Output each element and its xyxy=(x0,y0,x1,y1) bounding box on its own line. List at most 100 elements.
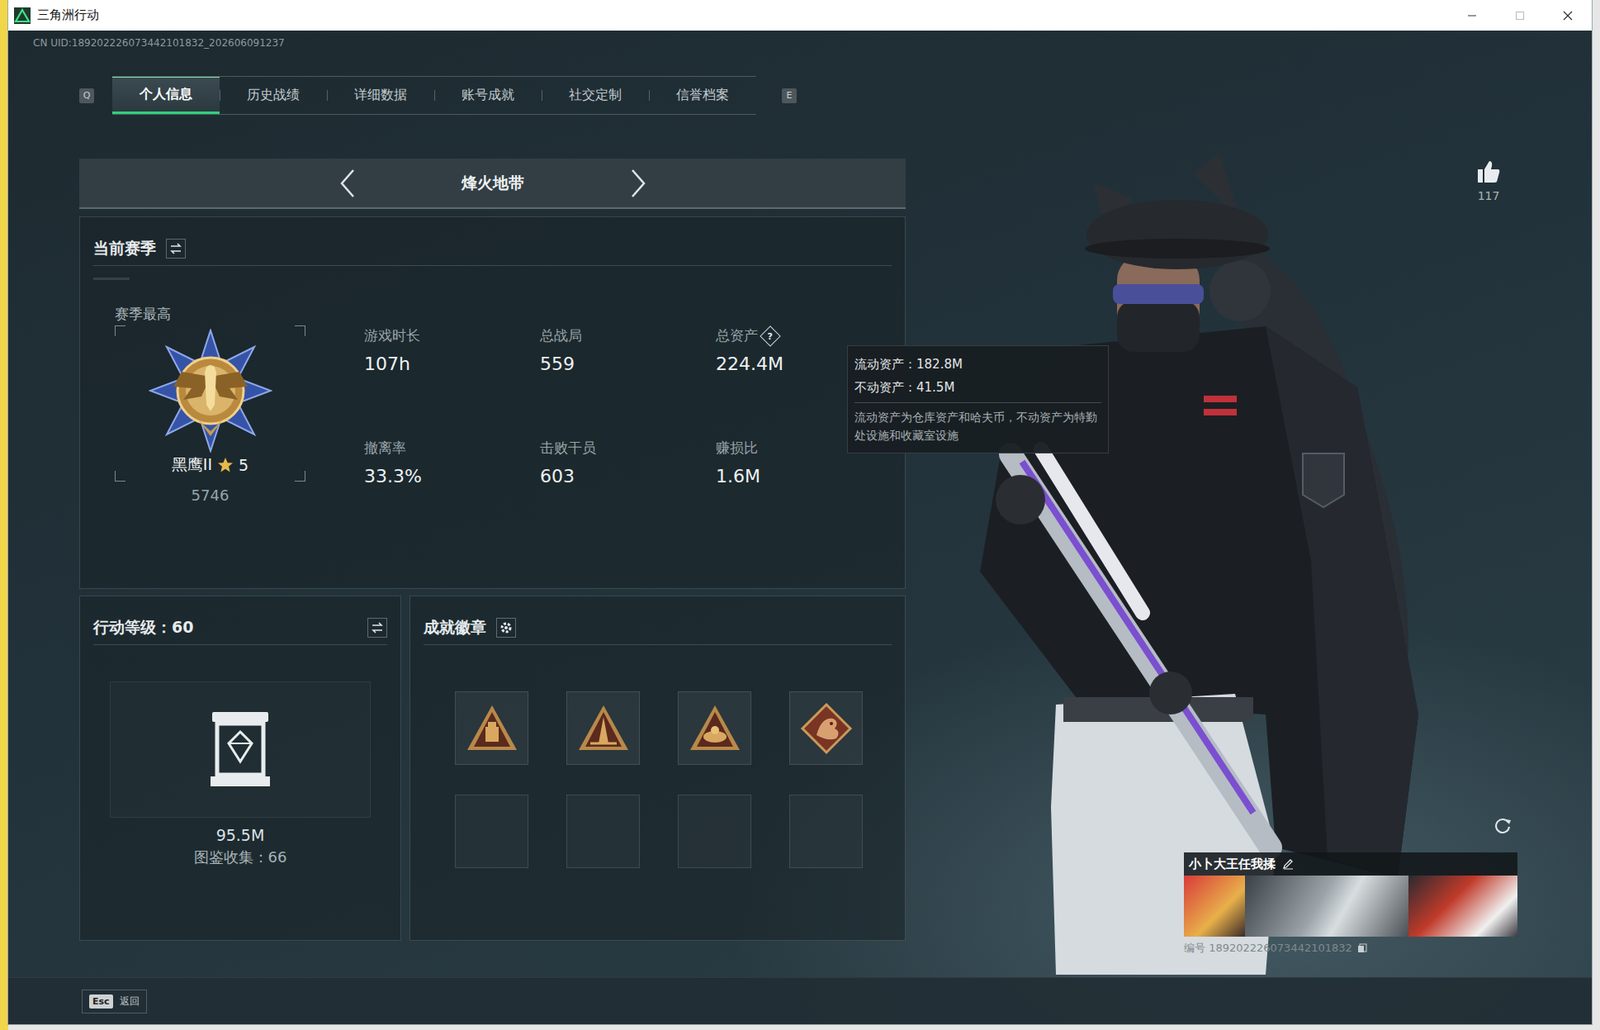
chevron-left-icon xyxy=(338,167,357,199)
badge-grid xyxy=(454,691,892,868)
card-image xyxy=(1244,875,1409,937)
back-key: Esc xyxy=(89,994,114,1009)
stat-label: 总战局 xyxy=(539,326,583,346)
badge-settings-button[interactable] xyxy=(496,617,516,638)
divider xyxy=(93,643,388,645)
card-images xyxy=(1183,875,1518,937)
app-logo-icon xyxy=(14,7,31,24)
divider xyxy=(854,402,1102,403)
like-count: 117 xyxy=(1477,189,1501,203)
collection-card[interactable] xyxy=(109,681,371,818)
copy-icon xyxy=(1357,942,1368,953)
stat-value: 559 xyxy=(539,353,716,374)
card-image xyxy=(1183,875,1245,937)
close-button[interactable] xyxy=(1543,0,1592,31)
stat-value: 107h xyxy=(364,353,540,374)
back-label: 返回 xyxy=(119,994,140,1009)
player-name: 小卜大王任我揉 xyxy=(1188,856,1276,872)
display-case-icon xyxy=(207,710,274,790)
tab[interactable]: 历史战绩 xyxy=(219,76,327,114)
level-switch-button[interactable] xyxy=(367,617,388,638)
badge-slot[interactable] xyxy=(566,691,640,765)
tab[interactable]: 信誉档案 xyxy=(648,76,757,114)
player-name-row: 小卜大王任我揉 xyxy=(1183,852,1518,876)
next-mode-button[interactable] xyxy=(629,167,648,199)
season-best-label: 赛季最高 xyxy=(114,304,306,324)
season-best: 赛季最高黑鹰II55746 xyxy=(114,304,306,551)
mode-selector: 烽火地带 xyxy=(79,158,906,209)
like-button[interactable]: 117 xyxy=(1476,159,1501,203)
character-area: 117 小卜大王任我揉编号 189202226073442101832 xyxy=(905,53,1592,977)
gear-icon xyxy=(499,620,513,635)
achievements-panel: 成就徽章 xyxy=(409,595,906,941)
stat-label: 赚损比 xyxy=(715,438,758,458)
prev-mode-button[interactable] xyxy=(338,167,357,199)
help-button[interactable]: ? xyxy=(759,325,781,346)
bottom-panels: 行动等级：6095.5M图鉴收集：66成就徽章 xyxy=(79,595,906,941)
tab[interactable]: 详细数据 xyxy=(326,76,435,114)
badge-slot[interactable] xyxy=(677,794,752,868)
close-icon xyxy=(1562,9,1574,22)
stats-grid: 游戏时长107h总战局559总资产?224.4M撤离率33.3%击败干员603赚… xyxy=(364,326,892,551)
stat-label: 游戏时长 xyxy=(364,326,421,346)
window-title: 三角洲行动 xyxy=(37,7,1449,24)
rank-stars: 5 xyxy=(238,455,249,474)
maximize-icon xyxy=(1514,10,1525,21)
main-area: Q个人信息历史战绩详细数据账号成就社交定制信誉档案E烽火地带当前赛季赛季最高黑鹰… xyxy=(8,53,1592,977)
game-screen: CN UID:189202226073442101832_20260609123… xyxy=(8,30,1592,1024)
achievement-badge-icon xyxy=(688,701,742,755)
season-switch-button[interactable] xyxy=(165,238,186,259)
stat-item: 击败干员603 xyxy=(539,438,716,551)
rank-frame: 黑鹰II 5 xyxy=(114,325,306,482)
stat-value: 1.6M xyxy=(715,465,892,487)
divider xyxy=(93,265,892,266)
rank-medal-icon xyxy=(148,328,273,453)
achievements-title: 成就徽章 xyxy=(423,616,487,639)
mode-title: 烽火地带 xyxy=(356,172,630,195)
tab[interactable]: 账号成就 xyxy=(434,76,542,114)
stat-item: 总战局 559 xyxy=(539,326,716,439)
achievement-badge-icon xyxy=(800,701,853,755)
achievement-badge-icon xyxy=(577,701,630,755)
divider xyxy=(423,643,892,645)
game-window: 三角洲行动 CN UID:189202226073442101832_202606… xyxy=(8,0,1592,1024)
next-tab-key[interactable]: E xyxy=(781,88,797,104)
footer-bar: Esc 返回 xyxy=(8,976,1592,1024)
achievements-header: 成就徽章 xyxy=(423,596,892,644)
player-card: 小卜大王任我揉编号 189202226073442101832 xyxy=(1183,852,1518,956)
badge-slot[interactable] xyxy=(454,794,529,868)
title-bar: 三角洲行动 xyxy=(8,0,1592,31)
badge-slot[interactable] xyxy=(789,691,863,765)
chevron-right-icon xyxy=(629,167,648,199)
back-button[interactable]: Esc 返回 xyxy=(81,989,147,1014)
pencil-icon xyxy=(1282,857,1294,870)
achievement-badge-icon xyxy=(465,701,519,755)
tab[interactable]: 社交定制 xyxy=(541,76,649,114)
maximize-button[interactable] xyxy=(1495,0,1544,31)
badge-slot[interactable] xyxy=(566,794,640,868)
level-header: 行动等级：60 xyxy=(93,596,388,644)
star-icon xyxy=(217,456,234,474)
stat-item: 撤离率 33.3% xyxy=(364,438,540,551)
season-content: 赛季最高黑鹰II55746游戏时长107h总战局559总资产?224.4M撤离率… xyxy=(93,304,892,551)
refresh-button[interactable] xyxy=(1492,814,1513,838)
stat-value: 33.3% xyxy=(364,465,540,487)
badge-slot[interactable] xyxy=(454,691,529,765)
badge-slot[interactable] xyxy=(789,794,863,868)
rank-name: 黑鹰II xyxy=(171,454,213,476)
player-id: 编号 189202226073442101832 xyxy=(1183,940,1353,956)
copy-id-button[interactable] xyxy=(1357,942,1368,953)
season-title: 当前赛季 xyxy=(93,237,157,260)
minimize-button[interactable] xyxy=(1448,0,1496,31)
season-panel: 当前赛季赛季最高黑鹰II55746游戏时长107h总战局559总资产?224.4… xyxy=(79,216,906,589)
stat-label: 撤离率 xyxy=(364,438,407,458)
prev-tab-key[interactable]: Q xyxy=(79,88,95,104)
edit-name-button[interactable] xyxy=(1282,857,1294,870)
collection-count: 图鉴收集：66 xyxy=(93,847,388,867)
tab[interactable]: 个人信息 xyxy=(112,76,220,114)
tooltip-note: 流动资产为仓库资产和哈夫币，不动资产为特勤处设施和收藏室设施 xyxy=(854,407,1102,445)
badge-slot[interactable] xyxy=(677,691,752,765)
thumbs-up-icon xyxy=(1476,159,1501,185)
refresh-icon xyxy=(1492,814,1513,835)
stat-label: 击败干员 xyxy=(539,438,597,458)
